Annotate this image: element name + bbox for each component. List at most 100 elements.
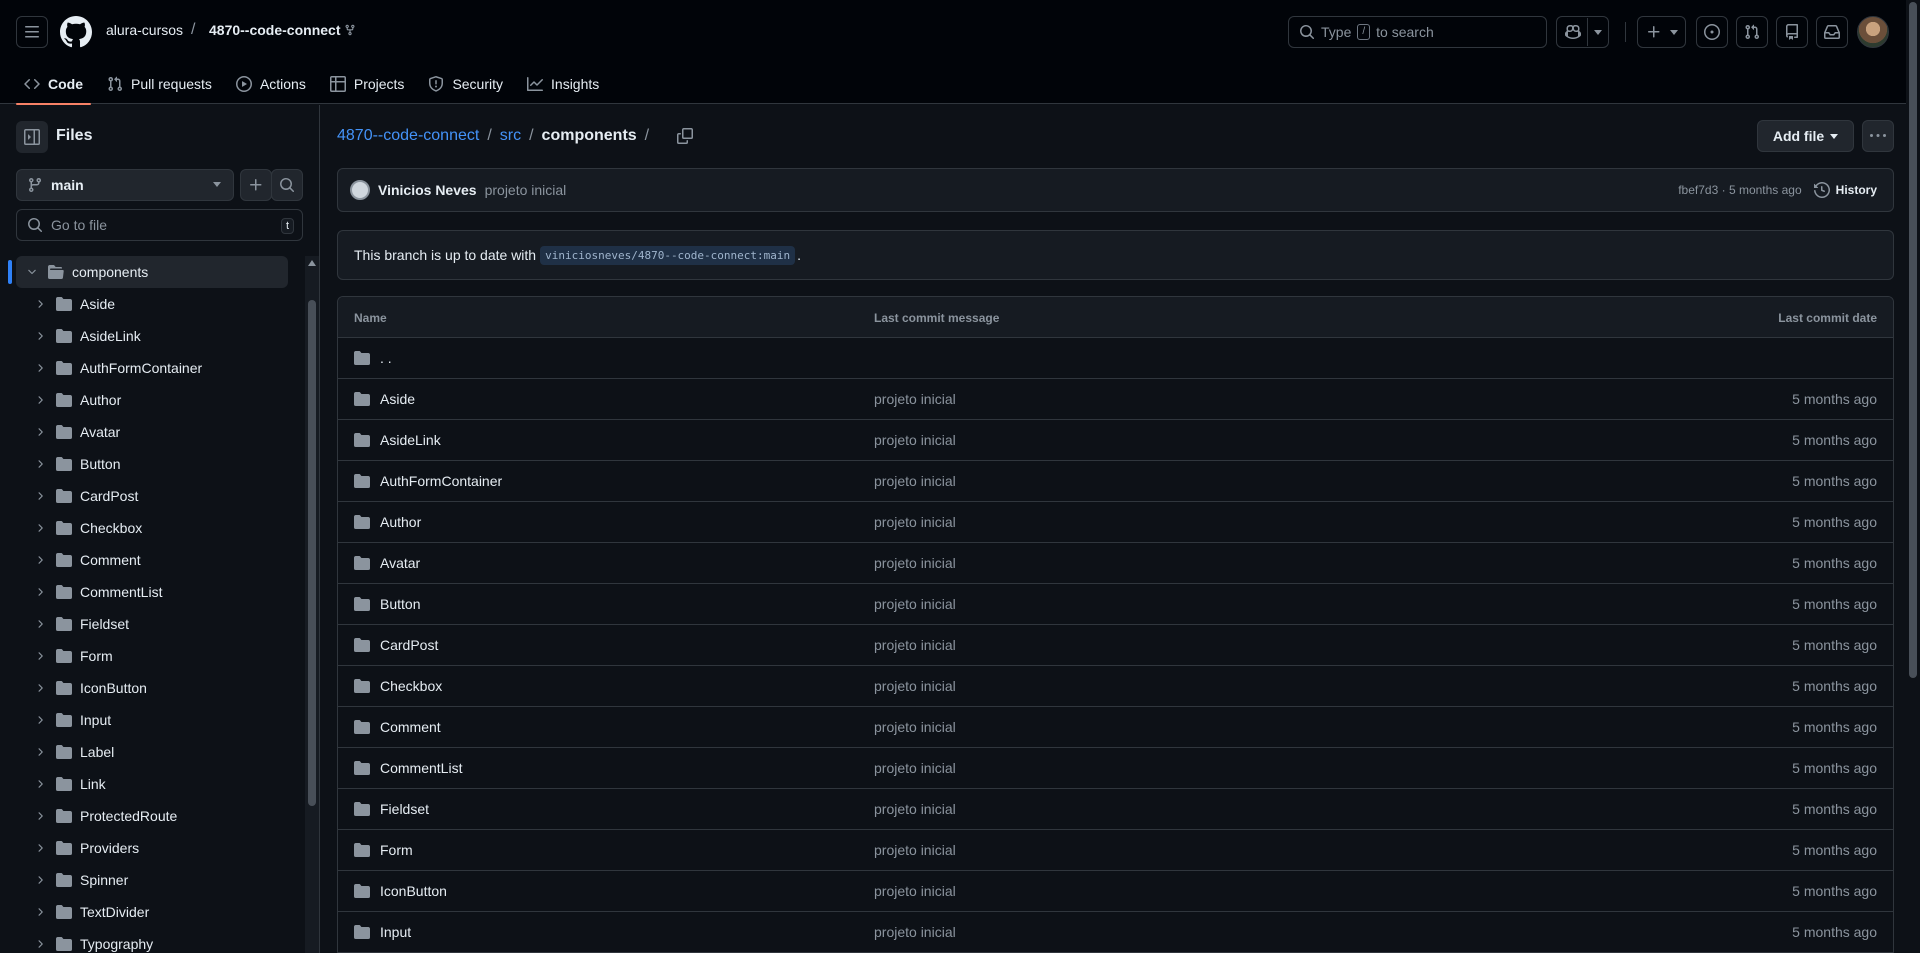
tree-item-folder[interactable]: Fieldset [0,608,304,640]
file-name-link[interactable]: Input [380,924,411,940]
file-name-link[interactable]: Comment [380,719,441,735]
table-row[interactable]: Comment projeto inicial 5 months ago [338,707,1893,748]
file-commit-message[interactable]: projeto inicial [874,678,956,694]
tree-item-folder[interactable]: Author [0,384,304,416]
tab-pull-requests[interactable]: Pull requests [99,64,220,104]
file-name-link[interactable]: Author [380,514,421,530]
tree-item-folder[interactable]: Button [0,448,304,480]
scroll-up-arrow-icon[interactable] [308,260,316,266]
file-name-link[interactable]: AsideLink [380,432,441,448]
tab-security[interactable]: Security [420,64,511,104]
file-commit-message[interactable]: projeto inicial [874,801,956,817]
tree-item-folder[interactable]: Providers [0,832,304,864]
file-commit-message[interactable]: projeto inicial [874,719,956,735]
tab-insights[interactable]: Insights [519,64,607,104]
file-name-link[interactable]: IconButton [380,883,447,899]
chevron-right-icon[interactable] [32,394,48,406]
chevron-right-icon[interactable] [32,330,48,342]
breadcrumb-src-link[interactable]: src [500,127,521,145]
file-commit-message[interactable]: projeto inicial [874,883,956,899]
chevron-right-icon[interactable] [32,522,48,534]
chevron-right-icon[interactable] [32,618,48,630]
file-name-link[interactable]: Avatar [380,555,420,571]
tree-item-folder[interactable]: Input [0,704,304,736]
table-row[interactable]: Author projeto inicial 5 months ago [338,502,1893,543]
table-row[interactable]: CommentList projeto inicial 5 months ago [338,748,1893,789]
chevron-right-icon[interactable] [32,842,48,854]
chevron-right-icon[interactable] [32,778,48,790]
file-commit-message[interactable]: projeto inicial [874,391,956,407]
issues-button[interactable] [1696,16,1728,48]
chevron-right-icon[interactable] [32,426,48,438]
chevron-right-icon[interactable] [32,458,48,470]
commit-author-avatar[interactable] [350,180,370,200]
table-row[interactable]: Fieldset projeto inicial 5 months ago [338,789,1893,830]
file-commit-message[interactable]: projeto inicial [874,514,956,530]
table-row[interactable]: AuthFormContainer projeto inicial 5 months… [338,461,1893,502]
chevron-right-icon[interactable] [32,554,48,566]
file-name-link[interactable]: Checkbox [380,678,442,694]
tree-item-folder[interactable]: Form [0,640,304,672]
tree-item-folder[interactable]: IconButton [0,672,304,704]
commit-message[interactable]: projeto inicial [485,182,567,198]
page-scrollbar[interactable] [1906,0,1920,953]
tree-item-folder[interactable]: CardPost [0,480,304,512]
tree-item-folder[interactable]: Avatar [0,416,304,448]
inbox-button[interactable] [1816,16,1848,48]
file-commit-message[interactable]: projeto inicial [874,473,956,489]
search-files-button[interactable] [271,169,303,201]
file-name-link[interactable]: CommentList [380,760,462,776]
file-name-link[interactable]: Aside [380,391,415,407]
file-commit-message[interactable]: projeto inicial [874,842,956,858]
tree-item-components[interactable]: components [8,256,288,288]
copilot-button[interactable] [1556,16,1609,48]
table-row[interactable]: Avatar projeto inicial 5 months ago [338,543,1893,584]
tree-item-folder[interactable]: CommentList [0,576,304,608]
file-commit-message[interactable]: projeto inicial [874,637,956,653]
tree-item-folder[interactable]: Link [0,768,304,800]
tab-code[interactable]: Code [16,64,91,105]
file-name-link[interactable]: CardPost [380,637,438,653]
table-row[interactable]: Button projeto inicial 5 months ago [338,584,1893,625]
file-commit-message[interactable]: projeto inicial [874,555,956,571]
history-button[interactable]: History [1813,182,1877,198]
chevron-right-icon[interactable] [32,938,48,950]
parent-directory-row[interactable]: . . [338,338,1893,379]
chevron-right-icon[interactable] [32,490,48,502]
github-logo-icon[interactable] [60,16,92,48]
tree-item-folder[interactable]: AsideLink [0,320,304,352]
file-name-link[interactable]: AuthFormContainer [380,473,502,489]
file-commit-message[interactable]: projeto inicial [874,760,956,776]
repo-link[interactable]: 4870--code-connect [209,22,340,38]
chevron-right-icon[interactable] [32,586,48,598]
table-row[interactable]: Form projeto inicial 5 months ago [338,830,1893,871]
file-commit-message[interactable]: projeto inicial [874,596,956,612]
chevron-right-icon[interactable] [32,682,48,694]
create-new-button[interactable] [1637,16,1686,48]
owner-link[interactable]: alura-cursos [106,22,183,38]
file-commit-message[interactable]: projeto inicial [874,924,956,940]
tree-item-folder[interactable]: Comment [0,544,304,576]
breadcrumb-repo-link[interactable]: 4870--code-connect [337,127,479,145]
add-file-sidebar-button[interactable] [240,169,272,201]
tree-item-folder[interactable]: Aside [0,288,304,320]
upstream-ref[interactable]: viniciosneves/4870--code-connect:main [540,245,796,265]
file-commit-message[interactable]: projeto inicial [874,432,956,448]
add-file-button[interactable]: Add file [1757,120,1854,152]
file-name-link[interactable]: Button [380,596,420,612]
sidebar-scroll-thumb[interactable] [308,300,316,806]
tree-item-folder[interactable]: Spinner [0,864,304,896]
go-to-file-input[interactable]: Go to file t [16,209,303,241]
chevron-right-icon[interactable] [32,714,48,726]
global-search-input[interactable]: Type / to search [1288,16,1547,48]
tab-actions[interactable]: Actions [228,64,314,104]
chevron-right-icon[interactable] [32,298,48,310]
chevron-right-icon[interactable] [32,650,48,662]
user-avatar[interactable] [1857,16,1889,48]
parent-directory-label[interactable]: . . [380,350,392,366]
commit-sha[interactable]: fbef7d3 [1678,183,1718,197]
chevron-right-icon[interactable] [32,746,48,758]
tree-item-folder[interactable]: ProtectedRoute [0,800,304,832]
table-row[interactable]: AsideLink projeto inicial 5 months ago [338,420,1893,461]
more-options-button[interactable] [1862,120,1894,152]
